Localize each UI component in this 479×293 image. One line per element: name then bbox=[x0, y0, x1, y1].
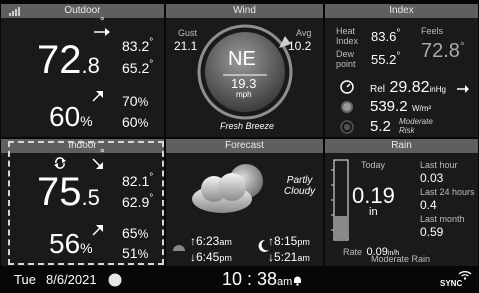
sync-label: SYNC bbox=[440, 279, 463, 288]
rain-gauge-fill bbox=[335, 216, 347, 239]
wifi-icon bbox=[458, 271, 472, 280]
humidity-trend-arrow-icon bbox=[92, 91, 103, 102]
outdoor-temp-min: 65.2° bbox=[122, 59, 154, 76]
moonset-time: ↓5:21am bbox=[268, 250, 310, 264]
indoor-hum-max: 65% bbox=[122, 225, 149, 241]
clock-time: 10 : 38am bbox=[222, 269, 293, 289]
sunrise-time: ↑6:23am bbox=[190, 234, 232, 248]
forecast-panel: Forecast Partly Cloudy ↑6:23am ↓6:45pm ↑… bbox=[166, 139, 323, 266]
outdoor-temp-dec: .8 bbox=[81, 53, 100, 78]
outdoor-temp-degree: ° bbox=[99, 14, 105, 28]
last-24-hours-value: 0.4 bbox=[420, 198, 437, 212]
last-hour-label: Last hour bbox=[420, 160, 458, 170]
last-hour-value: 0.03 bbox=[420, 171, 444, 185]
outdoor-hum-max: 70% bbox=[122, 93, 149, 109]
indoor-temp-max: 82.1° bbox=[122, 172, 154, 189]
wind-direction: NE bbox=[228, 48, 256, 70]
wind-speed-unit: mph bbox=[236, 90, 252, 99]
outdoor-panel: Outdoor 72.8 ° 83.2° 65.2° 60% 70% 60% bbox=[1, 4, 164, 137]
solar-radiation: 539.2 W/m² bbox=[370, 98, 432, 115]
wind-speed: 19.3 bbox=[231, 76, 257, 91]
sunrise-icon bbox=[173, 245, 185, 251]
weather-station-display: Outdoor 72.8 ° 83.2° 65.2° 60% 70% 60% Wi… bbox=[0, 0, 479, 293]
indoor-temperature: 75.5° bbox=[37, 146, 105, 214]
wind-compass bbox=[197, 24, 293, 120]
indoor-temp-min: 62.9° bbox=[122, 193, 154, 210]
outdoor-temp-int: 72 bbox=[37, 38, 82, 82]
day-label: Tue bbox=[14, 272, 36, 287]
outdoor-temperature: 72.8 ° bbox=[37, 14, 105, 83]
rain-gauge bbox=[331, 159, 349, 241]
indoor-humidity: 56% bbox=[49, 228, 93, 259]
alarm-bell-icon bbox=[294, 276, 301, 286]
heat-index-value: 83.6° bbox=[371, 28, 401, 44]
forecast-condition: Partly Cloudy bbox=[284, 175, 316, 197]
outdoor-header: Outdoor bbox=[1, 4, 164, 18]
uv-risk-label: Moderate Risk bbox=[399, 117, 433, 135]
rain-today-unit: in bbox=[369, 206, 378, 218]
last-24-hours-label: Last 24 hours bbox=[420, 187, 475, 197]
forecast-header: Forecast bbox=[166, 139, 323, 153]
outdoor-temp-max: 83.2° bbox=[122, 37, 154, 54]
rain-header: Rain bbox=[325, 139, 478, 153]
moon-phase-icon bbox=[108, 273, 122, 287]
wind-description: Fresh Breeze bbox=[220, 121, 275, 131]
uv-icon bbox=[340, 120, 354, 134]
refresh-icon bbox=[54, 157, 66, 169]
indoor-hum-min: 51% bbox=[122, 245, 149, 261]
wind-panel: Wind Gust 21.1 Avg 10.2 NE 19.3 mph Fres… bbox=[166, 4, 323, 137]
date-label: 8/6/2021 bbox=[46, 272, 97, 287]
humidity-trend-up-arrow-icon bbox=[92, 225, 103, 236]
index-panel: Index Heat Index 83.6° Feels 72.8° Dew poi… bbox=[325, 4, 478, 137]
index-header: Index bbox=[325, 4, 478, 18]
partly-cloudy-icon bbox=[192, 164, 263, 213]
sun-icon bbox=[341, 101, 353, 113]
feels-value: 72.8° bbox=[421, 39, 465, 62]
moonrise-time: ↑8:15pm bbox=[268, 234, 310, 248]
sunset-time: ↓6:45pm bbox=[190, 250, 232, 264]
dew-point-value: 55.2° bbox=[371, 51, 401, 67]
signal-bars-icon bbox=[9, 7, 20, 16]
last-month-value: 0.59 bbox=[420, 225, 444, 239]
status-bar: Tue 8/6/2021 10 : 38am SYNC bbox=[0, 268, 479, 293]
barometer-icon bbox=[340, 80, 354, 94]
outdoor-hum-min: 60% bbox=[122, 114, 149, 130]
today-label: Today bbox=[361, 160, 386, 170]
temp-trend-down-arrow-icon bbox=[92, 158, 103, 169]
pressure-reading: Rel 29.82inHg bbox=[370, 79, 446, 96]
outdoor-humidity: 60% bbox=[49, 101, 93, 132]
wind-header: Wind bbox=[166, 4, 323, 18]
gust-value: 21.1 bbox=[174, 39, 198, 53]
uv-value: 5.2 bbox=[370, 118, 391, 135]
last-month-label: Last month bbox=[420, 214, 465, 224]
pressure-trend-arrow-icon bbox=[457, 85, 469, 93]
feels-label: Feels bbox=[421, 26, 444, 36]
dew-point-label: Dew point bbox=[336, 49, 356, 69]
heat-index-label: Heat Index bbox=[336, 26, 359, 46]
rain-panel: Rain Today 0.19 in Last hour 0.03 Last 2… bbox=[325, 139, 478, 266]
indoor-panel: Indoor 75.5° 82.1° 62.9° 56% 65% 51% bbox=[1, 139, 164, 266]
rain-rate-description: Moderate Rain bbox=[371, 254, 431, 264]
avg-label: Avg bbox=[296, 28, 312, 38]
temp-trend-arrow-icon bbox=[94, 28, 110, 36]
